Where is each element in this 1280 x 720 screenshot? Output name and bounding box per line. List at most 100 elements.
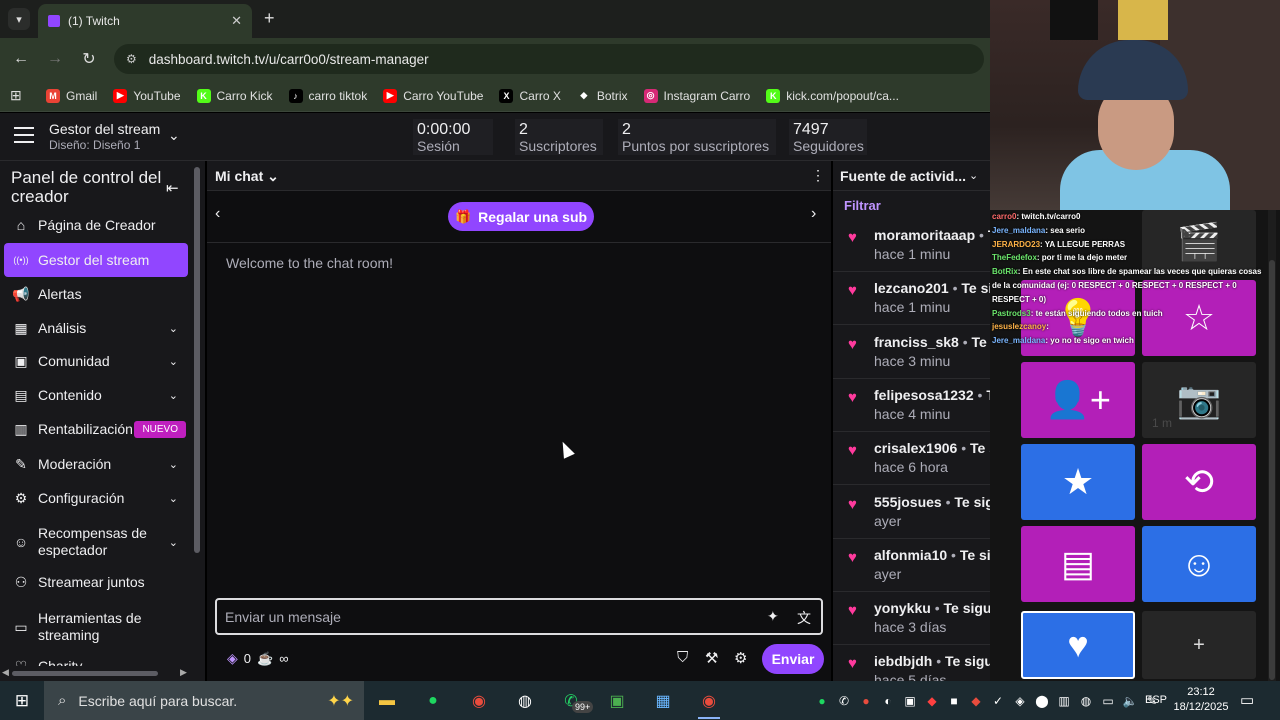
layout-icon[interactable]: ▤: [1021, 526, 1135, 602]
tray-icon[interactable]: ■: [946, 694, 962, 708]
feed-item[interactable]: ♥moramoritaaap • Te siguehace 1 minu: [833, 219, 990, 272]
bookmark-item[interactable]: ◎ Instagram Carro: [643, 88, 750, 103]
chrome-active-icon[interactable]: ◉: [686, 681, 732, 720]
add-friend-icon[interactable]: 👤+: [1021, 362, 1135, 438]
nav-item[interactable]: ▣ Comunidad ⌄: [4, 344, 188, 378]
bookmark-item[interactable]: ♪ carro tiktok: [288, 88, 367, 103]
chat-input-box[interactable]: ✦ 文: [215, 598, 823, 635]
whatsapp-tray-icon[interactable]: ✆: [836, 694, 852, 708]
bookmark-item[interactable]: ◆ Botrix: [577, 89, 627, 103]
chrome-icon[interactable]: ◉: [456, 681, 502, 720]
new-tab-button[interactable]: +: [264, 8, 275, 29]
tab-close-icon[interactable]: ✕: [231, 13, 242, 29]
send-button[interactable]: Enviar: [762, 644, 824, 674]
discord-icon[interactable]: ◐: [880, 694, 896, 708]
collapse-nav-icon[interactable]: ⇤: [166, 179, 179, 197]
nav-item[interactable]: ✎ Moderación ⌄: [4, 447, 188, 481]
next-arrow-icon[interactable]: ›: [811, 205, 816, 223]
nav-item[interactable]: ▭ Herramientas de streaming: [4, 607, 188, 647]
bookmark-item[interactable]: M Gmail: [46, 88, 97, 103]
translate-icon[interactable]: 文: [797, 608, 811, 628]
minecraft-icon[interactable]: ▣: [594, 681, 640, 720]
taskbar-clock[interactable]: 23:12 18/12/2025: [1172, 685, 1230, 715]
nav-scrollbar[interactable]: [194, 167, 200, 553]
shield-icon[interactable]: ⛉: [677, 649, 688, 666]
bookmark-item[interactable]: Kkick.com/popout/ca...: [766, 88, 899, 103]
store-icon[interactable]: ▦: [640, 681, 686, 720]
gift-sub-button[interactable]: 🎁 Regalar una sub: [448, 202, 594, 231]
tray-icon[interactable]: ▥: [1056, 694, 1072, 708]
bookmark-item[interactable]: ▶ Carro YouTube: [383, 88, 483, 103]
forward-button[interactable]: →: [38, 50, 72, 68]
nav-item[interactable]: ((•)) Gestor del stream: [4, 243, 188, 277]
tray-icon[interactable]: ●: [858, 694, 874, 708]
file-explorer-icon[interactable]: ▬: [364, 681, 410, 720]
nav-horizontal-scrollbar[interactable]: ◀ ▶: [0, 666, 205, 680]
prev-arrow-icon[interactable]: ‹: [215, 205, 220, 223]
bookmark-item[interactable]: X Carro X: [499, 88, 561, 103]
tray-icon[interactable]: ▣: [902, 694, 918, 708]
nav-item[interactable]: ▤ Contenido ⌄: [4, 378, 188, 412]
feed-title[interactable]: Fuente de activid...: [840, 168, 966, 184]
obs-icon[interactable]: ◍: [502, 681, 548, 720]
more-options-icon[interactable]: ⋮: [811, 167, 825, 184]
whatsapp-icon[interactable]: ✆ 99+: [548, 681, 594, 720]
mod-tools-icon[interactable]: ⚒: [705, 649, 718, 667]
heart-icon[interactable]: ♥: [1021, 611, 1135, 679]
add-quick-action-button[interactable]: +: [1142, 611, 1256, 679]
tray-icon[interactable]: ◍: [1078, 694, 1094, 708]
feed-item[interactable]: ♥iebdbjdh • Te siguehace 5 días: [833, 645, 990, 681]
notifications-icon[interactable]: ▭: [1240, 691, 1254, 709]
bookmark-item[interactable]: ▶ YouTube: [113, 88, 181, 103]
filter-link[interactable]: Filtrar: [844, 198, 881, 213]
spotify-tray-icon[interactable]: ●: [814, 694, 830, 708]
feed-item[interactable]: ♥lezcano201 • Te siguehace 1 minu: [833, 272, 990, 326]
feed-item[interactable]: ♥felipesosa1232 • Te siguehace 4 minu: [833, 379, 990, 432]
browser-tab[interactable]: (1) Twitch ✕: [38, 4, 252, 38]
bookmark-item[interactable]: K Carro Kick: [196, 88, 273, 103]
windows-start-icon[interactable]: ⊞: [0, 681, 44, 720]
nav-item[interactable]: ▦ Análisis ⌄: [4, 311, 188, 345]
star-icon[interactable]: ★: [1021, 444, 1135, 520]
feed-item[interactable]: ♥crisalex1906 • Te siguehace 6 hora: [833, 432, 990, 486]
channel-points[interactable]: ◈ 0 ☕ ∞: [227, 650, 288, 667]
spotify-icon[interactable]: ●: [410, 681, 456, 720]
nav-item[interactable]: ▥ Rentabilización NUEVO: [4, 412, 188, 446]
tray-icon[interactable]: ✓: [990, 694, 1006, 708]
overlay-scrollbar[interactable]: [1268, 210, 1276, 681]
taskbar-search[interactable]: ⌕ Escribe aquí para buscar. ✦✦: [44, 681, 364, 720]
chat-title[interactable]: Mi chat ⌄: [215, 168, 279, 185]
overlay-chat-name: TheFedefox: [992, 253, 1037, 263]
emote-icon[interactable]: ☺: [1142, 526, 1256, 602]
effects-icon[interactable]: ✦: [767, 608, 779, 625]
settings-gear-icon[interactable]: ⚙: [734, 649, 747, 667]
nav-item[interactable]: 📢 Alertas: [4, 277, 188, 311]
feed-chevron-down-icon[interactable]: ⌄: [969, 169, 978, 182]
search-reward-icon[interactable]: ⟲: [1142, 444, 1256, 520]
site-info-icon[interactable]: ⚙: [126, 52, 137, 66]
feed-item[interactable]: ♥yonykku • Te siguehace 3 días: [833, 592, 990, 646]
nav-item[interactable]: ⌂ Página de Creador: [4, 208, 188, 242]
apps-grid-icon[interactable]: ⊞: [10, 87, 28, 104]
layout-chevron-down-icon[interactable]: ⌄: [168, 127, 180, 144]
chat-input[interactable]: [225, 608, 745, 626]
volume-icon[interactable]: 🔈: [1122, 694, 1138, 708]
address-bar[interactable]: ⚙ dashboard.twitch.tv/u/carr0o0/stream-m…: [114, 44, 984, 74]
back-button[interactable]: ←: [4, 50, 38, 68]
feed-item[interactable]: ♥franciss_sk8 • Te siguehace 3 minu: [833, 326, 990, 379]
menu-icon[interactable]: [14, 127, 34, 143]
feed-item[interactable]: ♥alfonmia10 • Te sigueayer: [833, 539, 990, 592]
tray-icon[interactable]: ◆: [968, 694, 984, 708]
nav-item[interactable]: ⚇ Streamear juntos: [4, 565, 188, 599]
tray-icon[interactable]: ◆: [924, 694, 940, 708]
tray-icon[interactable]: ⬤: [1034, 694, 1050, 708]
tray-icon[interactable]: ◈: [1012, 694, 1028, 708]
network-icon[interactable]: ▭: [1100, 694, 1116, 708]
ad-break-tile[interactable]: 📷 1 m: [1142, 362, 1256, 438]
reload-button[interactable]: ↻: [72, 49, 106, 69]
feed-item[interactable]: ♥555josues • Te sigueayer: [833, 486, 990, 539]
language-indicator[interactable]: ESP: [1145, 694, 1167, 706]
nav-item[interactable]: ⚙ Configuración ⌄: [4, 481, 188, 515]
tab-search-button[interactable]: ▾: [8, 8, 30, 30]
nav-item[interactable]: ☺ Recompensas de espectador ⌄: [4, 522, 188, 562]
